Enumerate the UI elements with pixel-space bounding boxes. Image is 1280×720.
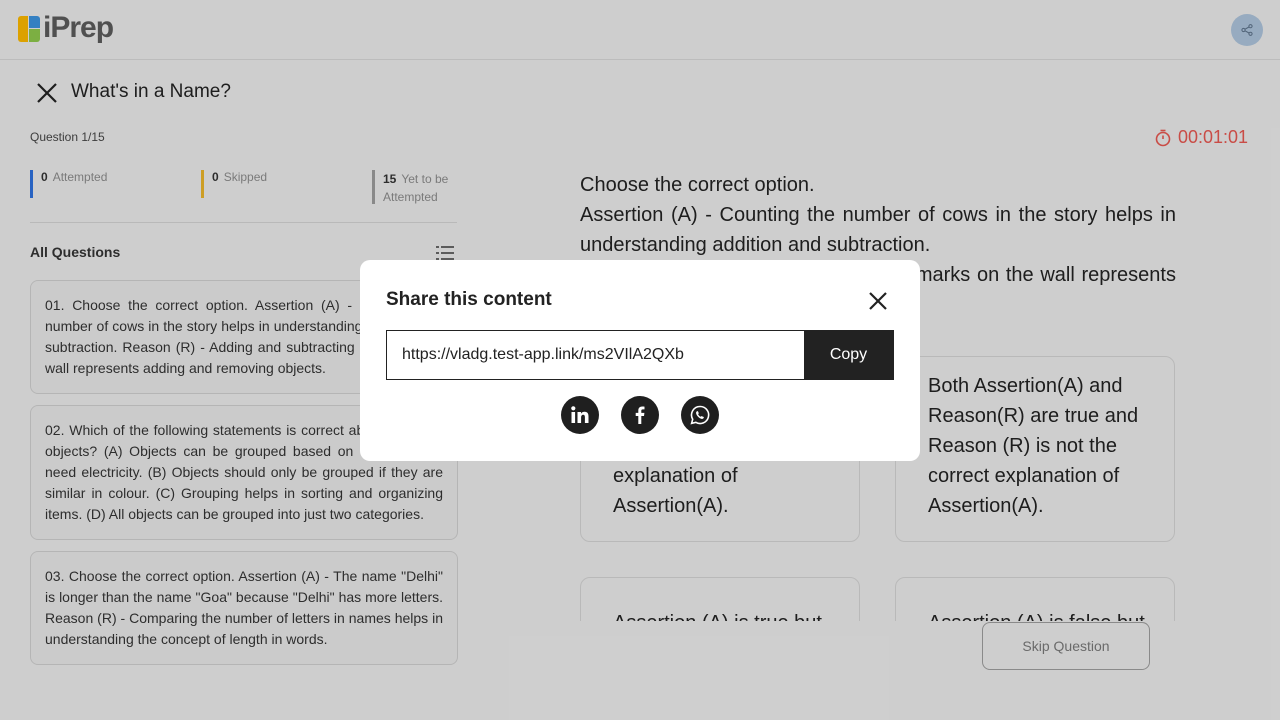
close-icon[interactable] xyxy=(866,289,890,313)
linkedin-icon xyxy=(571,406,589,423)
whatsapp-icon xyxy=(690,405,710,425)
share-link-field: Copy xyxy=(386,330,894,380)
whatsapp-share-button[interactable] xyxy=(681,396,719,434)
share-modal: Share this content Copy xyxy=(360,260,920,461)
share-modal-title: Share this content xyxy=(386,289,552,310)
linkedin-share-button[interactable] xyxy=(561,396,599,434)
share-link-input[interactable] xyxy=(387,331,804,379)
social-share-row xyxy=(561,396,719,434)
copy-button[interactable]: Copy xyxy=(804,331,893,379)
facebook-icon xyxy=(635,406,645,424)
facebook-share-button[interactable] xyxy=(621,396,659,434)
